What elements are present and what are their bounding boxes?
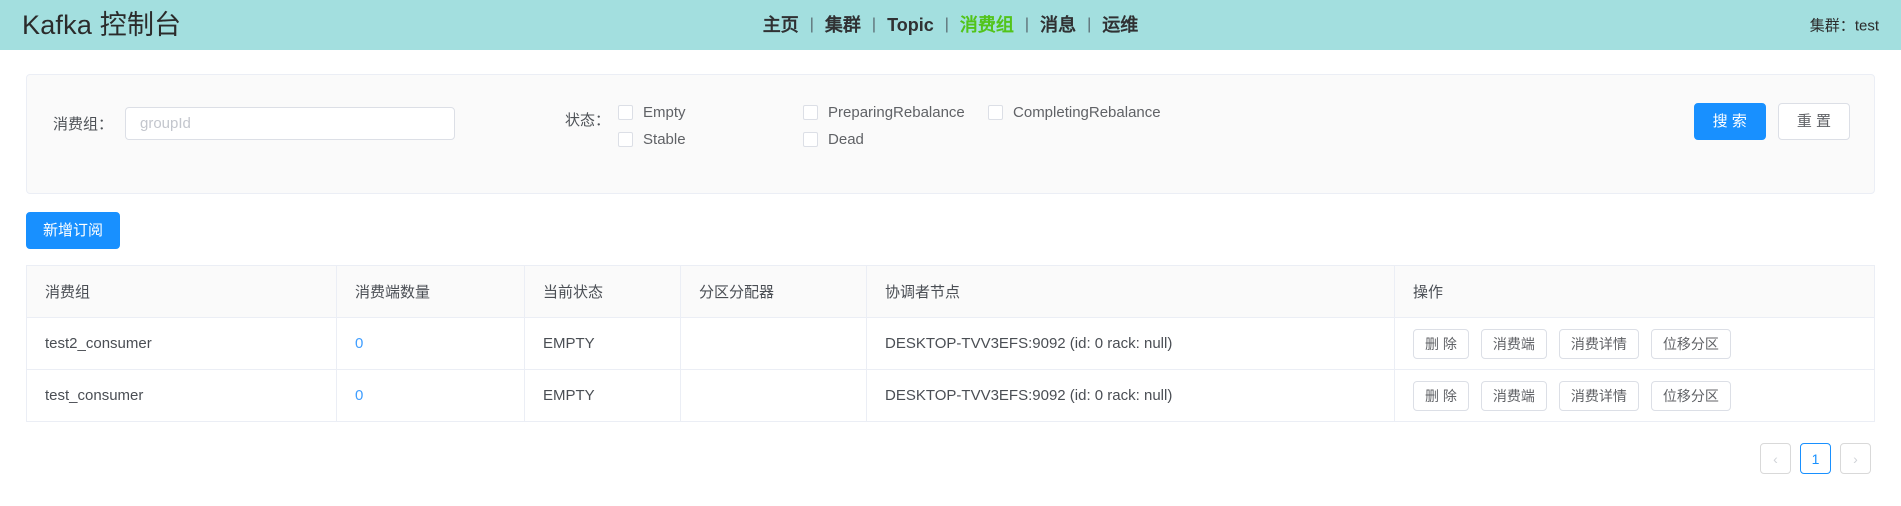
consumer-count-link[interactable]: 0 (355, 387, 363, 404)
column-header-state: 当前状态 (524, 265, 681, 318)
checkbox-box-icon (988, 105, 1004, 120)
page-title: Kafka 控制台 (22, 9, 182, 40)
nav-item-consumer-group[interactable]: 消费组 (960, 16, 1014, 34)
nav-separator: | (809, 16, 814, 33)
status-filter-label: 状态： (565, 112, 611, 129)
row-action-buttons: 删 除 消费端 消费详情 位移分区 (1413, 380, 1856, 411)
table-body: test2_consumer 0 EMPTY DESKTOP-TVV3EFS:9… (26, 317, 1875, 422)
search-button[interactable]: 搜 索 (1693, 103, 1766, 140)
nav-item-cluster[interactable]: 集群 (825, 16, 861, 34)
checkbox-label: Stable (643, 131, 686, 148)
status-checkbox-columns: Empty Stable PreparingRebalance Dead Com… (618, 99, 1173, 153)
status-column-3: CompletingRebalance (988, 99, 1173, 153)
nav-separator: | (1087, 16, 1092, 33)
cell-coordinator: DESKTOP-TVV3EFS:9092 (id: 0 rack: null) (866, 369, 1395, 422)
table-row: test2_consumer 0 EMPTY DESKTOP-TVV3EFS:9… (26, 317, 1875, 370)
consumers-button[interactable]: 消费端 (1480, 380, 1547, 411)
group-id-input[interactable] (125, 107, 455, 140)
cell-assignor (680, 317, 867, 370)
table-header-row: 消费组 消费端数量 当前状态 分区分配器 协调者节点 操作 (26, 265, 1875, 318)
pagination-next-icon[interactable]: › (1840, 443, 1871, 474)
checkbox-completingrebalance[interactable]: CompletingRebalance (988, 99, 1173, 126)
cell-actions: 删 除 消费端 消费详情 位移分区 (1394, 369, 1875, 422)
pagination: ‹ 1 › (26, 443, 1875, 474)
cell-actions: 删 除 消费端 消费详情 位移分区 (1394, 317, 1875, 370)
nav-item-ops[interactable]: 运维 (1102, 16, 1138, 34)
checkbox-box-icon (803, 132, 819, 147)
cluster-value: test (1854, 17, 1879, 35)
consumer-count-link[interactable]: 0 (355, 335, 363, 352)
checkbox-dead[interactable]: Dead (803, 126, 988, 153)
table-toolbar: 新增订阅 (26, 212, 1875, 249)
table-row: test_consumer 0 EMPTY DESKTOP-TVV3EFS:90… (26, 369, 1875, 422)
consumer-group-table: 消费组 消费端数量 当前状态 分区分配器 协调者节点 操作 test2_cons… (26, 265, 1875, 422)
nav-item-topic[interactable]: Topic (887, 16, 934, 34)
nav-item-message[interactable]: 消息 (1040, 16, 1076, 34)
page-body: 消费组： 状态： Empty Stable (0, 74, 1901, 474)
cell-consumers: 0 (336, 317, 525, 370)
cell-state: EMPTY (524, 317, 681, 370)
reset-button[interactable]: 重 置 (1777, 103, 1850, 140)
offset-partition-button[interactable]: 位移分区 (1650, 328, 1731, 359)
group-filter-label: 消费组： (52, 116, 113, 133)
cell-state: EMPTY (524, 369, 681, 422)
column-header-assignor: 分区分配器 (680, 265, 867, 318)
column-header-actions: 操作 (1394, 265, 1875, 318)
delete-button[interactable]: 删 除 (1413, 380, 1469, 411)
nav-separator: | (944, 16, 949, 33)
row-action-buttons: 删 除 消费端 消费详情 位移分区 (1413, 328, 1856, 359)
cluster-indicator: 集群：test (1810, 15, 1879, 36)
offset-partition-button[interactable]: 位移分区 (1650, 380, 1731, 411)
checkbox-label: Empty (643, 104, 686, 121)
cell-group: test2_consumer (26, 317, 337, 370)
filter-actions: 搜 索 重 置 (1693, 103, 1850, 140)
cluster-label: 集群： (1809, 17, 1855, 35)
checkbox-empty[interactable]: Empty (618, 99, 803, 126)
nav-separator: | (1024, 16, 1030, 33)
checkbox-box-icon (803, 105, 819, 120)
nav-separator: | (871, 16, 877, 33)
add-subscription-button[interactable]: 新增订阅 (26, 212, 121, 249)
checkbox-label: CompletingRebalance (1013, 104, 1161, 121)
nav-item-home[interactable]: 主页 (763, 16, 799, 34)
cell-assignor (680, 369, 867, 422)
column-header-coordinator: 协调者节点 (866, 265, 1395, 318)
checkbox-stable[interactable]: Stable (618, 126, 803, 153)
checkbox-label: Dead (828, 131, 864, 148)
status-column-1: Empty Stable (618, 99, 803, 153)
cell-coordinator: DESKTOP-TVV3EFS:9092 (id: 0 rack: null) (866, 317, 1395, 370)
checkbox-label: PreparingRebalance (828, 104, 965, 121)
pagination-page-1[interactable]: 1 (1800, 443, 1831, 474)
checkbox-box-icon (618, 132, 634, 147)
status-filter-field: 状态： Empty Stable PreparingRebalance Dead… (565, 97, 1173, 153)
consume-detail-button[interactable]: 消费详情 (1558, 328, 1639, 359)
main-nav: 主页 | 集群 | Topic | 消费组 | 消息 | 运维 (763, 16, 1138, 34)
table-head: 消费组 消费端数量 当前状态 分区分配器 协调者节点 操作 (26, 265, 1875, 318)
cell-consumers: 0 (336, 369, 525, 422)
consume-detail-button[interactable]: 消费详情 (1558, 380, 1639, 411)
filter-panel: 消费组： 状态： Empty Stable (26, 74, 1875, 194)
status-column-2: PreparingRebalance Dead (803, 99, 988, 153)
checkbox-preparingrebalance[interactable]: PreparingRebalance (803, 99, 988, 126)
app-header: Kafka 控制台 主页 | 集群 | Topic | 消费组 | 消息 | 运… (0, 0, 1901, 50)
column-header-group: 消费组 (26, 265, 337, 318)
consumers-button[interactable]: 消费端 (1480, 328, 1547, 359)
pagination-prev-icon[interactable]: ‹ (1760, 443, 1791, 474)
delete-button[interactable]: 删 除 (1413, 328, 1469, 359)
group-filter-field: 消费组： (47, 97, 455, 140)
column-header-consumers: 消费端数量 (336, 265, 525, 318)
cell-group: test_consumer (26, 369, 337, 422)
checkbox-box-icon (618, 105, 634, 120)
